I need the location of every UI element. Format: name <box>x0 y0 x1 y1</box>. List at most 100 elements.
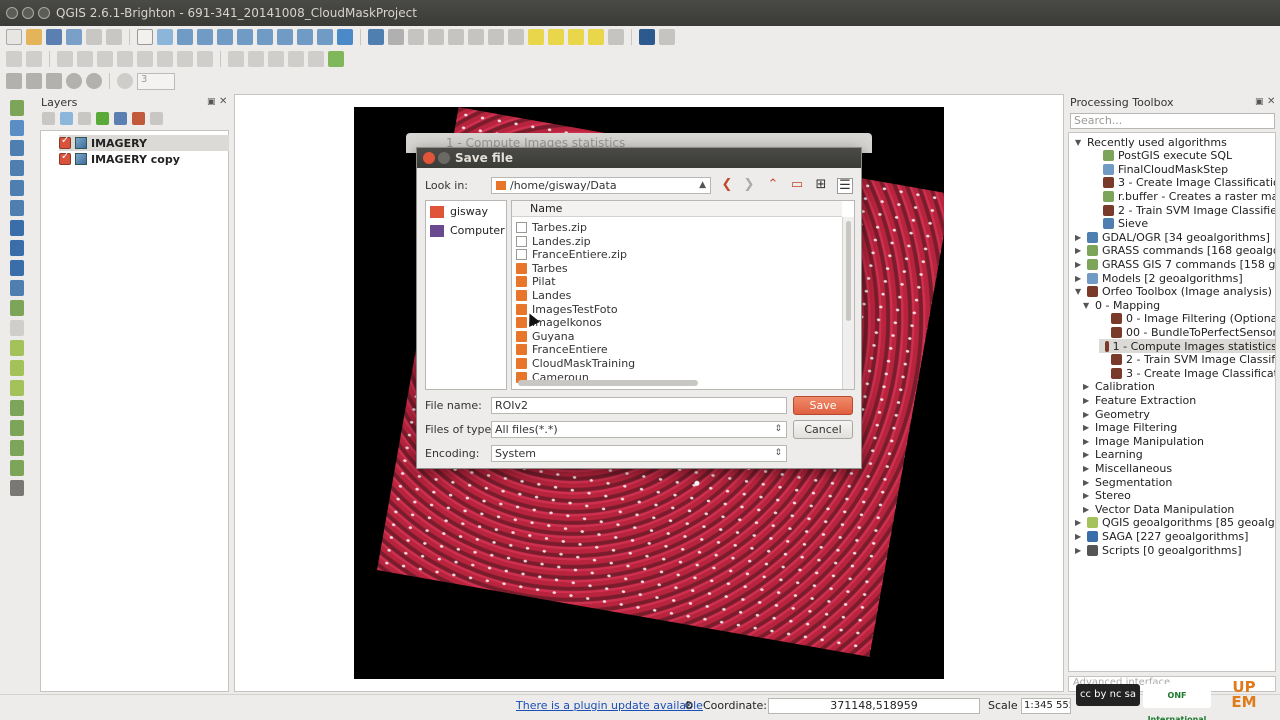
new-project-icon[interactable] <box>6 29 22 45</box>
show-hide-labels-icon[interactable] <box>268 51 284 67</box>
add-wfs-layer-icon[interactable] <box>10 260 24 276</box>
add-raster-layer-icon[interactable] <box>10 120 24 136</box>
zoom-next-icon[interactable] <box>317 29 333 45</box>
file-list-horizontal-scrollbar[interactable] <box>514 379 842 388</box>
toolbox-search-input[interactable]: Search... <box>1070 113 1275 129</box>
coordinate-field[interactable]: 371148,518959 <box>768 698 980 714</box>
zoom-full-icon[interactable] <box>237 29 253 45</box>
whats-this-icon[interactable] <box>659 29 675 45</box>
road-graph-icon[interactable] <box>10 460 24 476</box>
toolbox-tree-item[interactable]: 3 - Create Image Classification <box>1099 366 1275 380</box>
toolbox-tree-item[interactable]: ▶ Scripts [0 geoalgorithms] <box>1075 543 1242 557</box>
toolbox-tree-item[interactable]: 0 - Image Filtering (Optional) <box>1099 312 1275 326</box>
collapsed-arrow-icon[interactable]: ▶ <box>1083 478 1091 487</box>
detail-view-icon[interactable]: ☰ <box>837 178 853 194</box>
forward-icon[interactable]: ❯ <box>741 178 757 194</box>
layer-styling-icon[interactable] <box>42 112 55 125</box>
label-icon[interactable] <box>228 51 244 67</box>
zoom-last-icon[interactable] <box>297 29 313 45</box>
cancel-button[interactable]: Cancel <box>793 420 853 439</box>
snapping-icon[interactable] <box>117 73 133 89</box>
measure-area-icon[interactable] <box>508 29 524 45</box>
file-list-item[interactable]: FranceEntiere.zip <box>516 248 627 261</box>
toolbox-tree-item[interactable]: ▶ GRASS commands [168 geoalgorit... <box>1075 244 1275 258</box>
deselect-features-icon[interactable] <box>428 29 444 45</box>
layer-item-imagery-copy[interactable]: IMAGERY copy <box>59 151 180 167</box>
toolbox-tree-item[interactable]: 00 - BundleToPerfectSensor... <box>1099 325 1275 339</box>
pin-labels-icon[interactable] <box>248 51 264 67</box>
pan-icon[interactable] <box>137 29 153 45</box>
collapsed-arrow-icon[interactable]: ▶ <box>1083 491 1091 500</box>
save-layer-edits-icon[interactable] <box>57 51 73 67</box>
zoom-to-selection-icon[interactable] <box>257 29 273 45</box>
map-tips-icon[interactable] <box>528 29 544 45</box>
add-oracle-layer-icon[interactable] <box>10 200 24 216</box>
attribute-table-icon[interactable] <box>448 29 464 45</box>
collapsed-arrow-icon[interactable]: ▶ <box>1083 410 1091 419</box>
expanded-arrow-icon[interactable]: ▼ <box>1075 287 1083 296</box>
toolbox-tree-item[interactable]: ▶ SAGA [227 geoalgorithms] <box>1075 529 1248 543</box>
place-home[interactable]: gisway <box>430 205 488 218</box>
file-list-item[interactable]: Tarbes <box>516 262 568 275</box>
save-button[interactable]: Save <box>793 396 853 415</box>
file-list-item[interactable]: Landes.zip <box>516 235 591 248</box>
python-console-icon[interactable] <box>639 29 655 45</box>
toolbox-tree-item[interactable]: ▶ Segmentation <box>1083 475 1172 489</box>
collapsed-arrow-icon[interactable]: ▶ <box>1083 382 1091 391</box>
file-list-vertical-scrollbar[interactable] <box>842 217 854 389</box>
list-view-icon[interactable]: ⊞ <box>813 178 829 194</box>
toolbox-tree-item[interactable]: ▶ Miscellaneous <box>1083 461 1172 475</box>
look-in-combo[interactable]: /home/gisway/Data ▲ <box>491 177 711 194</box>
zoom-actual-size-icon[interactable] <box>217 29 233 45</box>
paste-features-icon[interactable] <box>197 51 213 67</box>
toolbox-tree-item[interactable]: ▶ Models [2 geoalgorithms] <box>1075 271 1243 285</box>
file-list-item[interactable]: Guyana <box>516 330 574 343</box>
collapsed-arrow-icon[interactable]: ▶ <box>1075 518 1083 527</box>
identify-icon[interactable] <box>368 29 384 45</box>
toggle-editing-icon[interactable] <box>26 51 42 67</box>
remove-layer-icon[interactable] <box>150 112 163 125</box>
toolbox-tree-item[interactable]: 2 - Train SVM Image Classifier <box>1091 203 1275 217</box>
layer-visibility-checkbox[interactable] <box>59 151 71 165</box>
collapsed-arrow-icon[interactable]: ▶ <box>1083 396 1091 405</box>
print-composer-icon[interactable] <box>86 29 102 45</box>
files-of-type-select[interactable]: All files(*.*) ⇕ <box>491 421 787 438</box>
toolbox-tree-item[interactable]: ▶ GRASS GIS 7 commands [158 geoa... <box>1075 257 1275 271</box>
toolbox-tree-item[interactable]: ▶ Geometry <box>1083 407 1150 421</box>
close-toolbox-icon[interactable]: ✕ <box>1267 96 1275 107</box>
collapsed-arrow-icon[interactable]: ▶ <box>1075 274 1083 283</box>
file-list-item[interactable]: Landes <box>516 289 571 302</box>
redo-icon[interactable] <box>46 73 62 89</box>
toolbox-tree-item[interactable]: FinalCloudMaskStep <box>1091 162 1228 176</box>
annotation-options-icon[interactable] <box>608 29 624 45</box>
zoom-in-icon[interactable] <box>177 29 193 45</box>
add-postgis-layer-icon[interactable] <box>10 140 24 156</box>
add-vector-layer-icon[interactable] <box>10 100 24 116</box>
file-list-item[interactable]: CloudMaskTraining <box>516 357 635 370</box>
refresh-icon[interactable] <box>337 29 353 45</box>
open-project-icon[interactable] <box>26 29 42 45</box>
collapsed-arrow-icon[interactable]: ▶ <box>1075 233 1083 242</box>
raster-calculator-icon[interactable] <box>10 340 24 356</box>
copy-features-icon[interactable] <box>177 51 193 67</box>
toolbox-tree-item[interactable]: Sieve <box>1091 217 1148 231</box>
advanced-digitizing-icon[interactable] <box>6 73 22 89</box>
toolbox-tree-item[interactable]: ▶ Feature Extraction <box>1083 393 1196 407</box>
add-ring-icon[interactable] <box>86 73 102 89</box>
toolbox-tree-item[interactable]: 3 - Create Image Classification <box>1091 176 1275 190</box>
text-annotation-icon[interactable] <box>588 29 604 45</box>
undo-icon[interactable] <box>26 73 42 89</box>
layer-item-imagery[interactable]: IMAGERY <box>59 135 229 151</box>
file-list-item[interactable]: FranceEntiere <box>516 343 608 356</box>
coordinate-capture-icon[interactable] <box>10 420 24 436</box>
layer-visibility-checkbox[interactable] <box>59 135 71 149</box>
rotate-label-icon[interactable] <box>308 51 324 67</box>
collapsed-arrow-icon[interactable]: ▶ <box>1083 423 1091 432</box>
move-label-icon[interactable] <box>288 51 304 67</box>
add-mssql-layer-icon[interactable] <box>10 180 24 196</box>
column-header-name[interactable]: Name <box>512 201 842 217</box>
select-features-icon[interactable] <box>408 29 424 45</box>
node-tool-icon[interactable] <box>117 51 133 67</box>
heatmap-icon[interactable] <box>10 440 24 456</box>
show-bookmarks-icon[interactable] <box>568 29 584 45</box>
